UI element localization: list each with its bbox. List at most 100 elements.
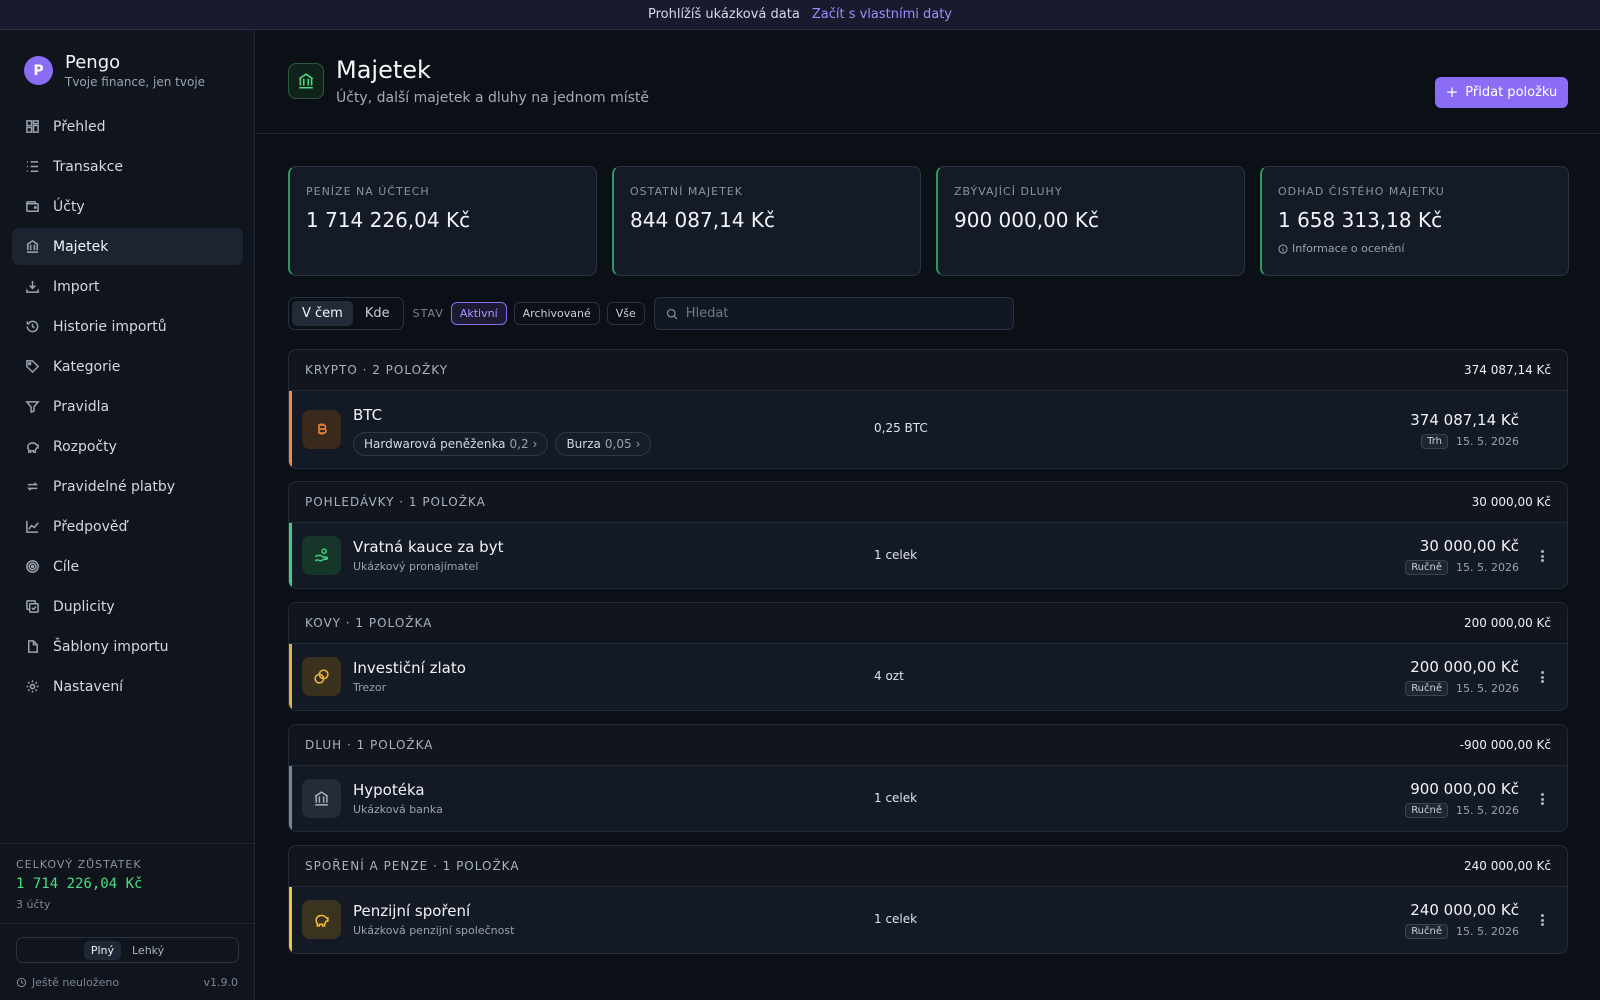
category-color-bar (289, 766, 292, 831)
asset-name: Penzijní spoření (353, 902, 471, 920)
sidebar-item-label: Transakce (53, 158, 123, 175)
view-switch: V čem Kde (288, 297, 404, 330)
sidebar-item-majetek[interactable]: Majetek (12, 228, 243, 265)
sidebar-item-kategorie[interactable]: Kategorie (12, 348, 243, 385)
sidebar-item-cile[interactable]: Cíle (12, 548, 243, 585)
valuation-info-link[interactable]: Informace o ocenění (1278, 242, 1552, 255)
page-icon (288, 63, 324, 99)
dashboard-icon (26, 120, 39, 133)
asset-quantity: 1 celek (874, 912, 918, 926)
stat-card-other-assets: OSTATNÍ MAJETEK 844 087,14 Kč (612, 166, 921, 276)
demo-banner: Prohlížíš ukázková data Začít s vlastním… (0, 0, 1600, 30)
save-status: Ještě neuloženo (16, 976, 119, 989)
valuation-source-badge: Ručně (1405, 924, 1449, 939)
status-archived-chip[interactable]: Archivované (513, 302, 600, 325)
start-own-data-link[interactable]: Začít s vlastními daty (812, 7, 952, 22)
location-pill-exchange[interactable]: Burza 0,05 › (555, 432, 652, 456)
valuation-date: 15. 5. 2026 (1456, 925, 1519, 938)
valuation-info-text: Informace o ocenění (1292, 242, 1405, 255)
mode-light-option[interactable]: Lehký (125, 941, 171, 960)
valuation-date: 15. 5. 2026 (1456, 561, 1519, 574)
download-icon (26, 280, 39, 293)
sidebar-item-pravidla[interactable]: Pravidla (12, 388, 243, 425)
add-item-label: Přidat položku (1465, 85, 1558, 100)
sidebar-item-sablony-importu[interactable]: Šablony importu (12, 628, 243, 665)
sidebar-item-duplicity[interactable]: Duplicity (12, 588, 243, 625)
asset-row-penzijni-sporeni[interactable]: Penzijní spoření Ukázková penzijní spole… (289, 887, 1567, 953)
add-item-button[interactable]: + Přidat položku (1435, 77, 1568, 108)
filter-bar: V čem Kde STAV Aktivní Archivované Vše (288, 297, 1014, 330)
stat-card-cash: PENÍZE NA ÚČTECH 1 714 226,04 Kč (288, 166, 597, 276)
status-all-chip[interactable]: Vše (606, 302, 645, 325)
group-total: 240 000,00 Kč (1464, 859, 1551, 873)
row-menu-button[interactable] (1535, 791, 1549, 807)
group-total: 374 087,14 Kč (1464, 363, 1551, 377)
save-status-text: Ještě neuloženo (32, 976, 120, 989)
sidebar-item-label: Přehled (53, 118, 106, 135)
stat-label: ZBÝVAJÍCÍ DLUHY (954, 185, 1063, 198)
category-color-bar (289, 887, 292, 953)
page-header: Majetek Účty, další majetek a dluhy na j… (256, 30, 1600, 134)
asset-meta: Ručně 15. 5. 2026 (1405, 803, 1519, 818)
sidebar-item-rozpocty[interactable]: Rozpočty (12, 428, 243, 465)
app-version: v1.9.0 (203, 976, 239, 989)
group-title: KOVY · 1 POLOŽKA (305, 616, 433, 630)
tab-v-cem[interactable]: V čem (292, 301, 353, 326)
sidebar-item-label: Nastavení (53, 678, 124, 695)
location-pill-hardware-wallet[interactable]: Hardwarová peněženka 0,2 › (353, 432, 549, 456)
brand[interactable]: P Pengo Tvoje finance, jen tvoje (24, 52, 205, 89)
group-title: SPOŘENÍ A PENZE · 1 POLOŽKA (305, 859, 520, 873)
repeat-icon (26, 482, 39, 491)
brand-logo: P (24, 56, 53, 85)
row-menu-button[interactable] (1535, 548, 1549, 564)
asset-group-dluh: DLUH · 1 POLOŽKA -900 000,00 Kč Hypotéka… (288, 724, 1568, 832)
sidebar-item-label: Předpověď (53, 518, 128, 535)
asset-amount: 30 000,00 Kč (1419, 537, 1519, 555)
sidebar-nav: Přehled Transakce Účty Majetek Import Hi… (12, 108, 243, 708)
group-title: POHLEDÁVKY · 1 POLOŽKA (305, 495, 486, 509)
row-menu-button[interactable] (1535, 912, 1549, 928)
asset-amount: 900 000,00 Kč (1410, 780, 1519, 798)
sidebar-item-transakce[interactable]: Transakce (12, 148, 243, 185)
sidebar-item-import[interactable]: Import (12, 268, 243, 305)
brand-name: Pengo (65, 52, 121, 73)
asset-group-pohledavky: POHLEDÁVKY · 1 POLOŽKA 30 000,00 Kč Vrat… (288, 481, 1568, 589)
asset-group-sporeni: SPOŘENÍ A PENZE · 1 POLOŽKA 240 000,00 K… (288, 845, 1568, 954)
row-menu-button[interactable] (1535, 669, 1549, 685)
sidebar-item-label: Kategorie (53, 358, 121, 375)
history-icon (26, 320, 39, 333)
asset-icon (302, 536, 341, 575)
asset-icon (302, 410, 341, 449)
sidebar-item-label: Účty (53, 198, 85, 215)
save-status-row: Ještě neuloženo v1.9.0 (16, 976, 238, 989)
mode-toggle: Plný Lehký (16, 937, 239, 963)
asset-row-btc[interactable]: BTC Hardwarová peněženka 0,2 › Burza 0,0… (289, 391, 1567, 468)
demo-banner-text: Prohlížíš ukázková data (647, 7, 800, 22)
sidebar-item-label: Pravidla (53, 398, 110, 415)
sidebar-item-pravidelne-platby[interactable]: Pravidelné platby (12, 468, 243, 505)
asset-locations: Hardwarová peněženka 0,2 › Burza 0,05 › (353, 432, 652, 456)
group-total: 200 000,00 Kč (1464, 616, 1551, 630)
search-input[interactable] (685, 306, 986, 321)
asset-quantity: 4 ozt (874, 669, 904, 683)
total-balance-value: 1 714 226,04 Kč (16, 876, 143, 892)
list-icon (26, 161, 39, 172)
sidebar: P Pengo Tvoje finance, jen tvoje Přehled… (0, 30, 255, 1000)
chart-icon (26, 520, 39, 533)
sidebar-item-predpoved[interactable]: Předpověď (12, 508, 243, 545)
sidebar-item-nastaveni[interactable]: Nastavení (12, 668, 243, 705)
total-balance: CELKOVÝ ZŮSTATEK 1 714 226,04 Kč 3 účty (0, 843, 254, 925)
asset-row-kauce[interactable]: Vratná kauce za byt Ukázkový pronajímate… (289, 523, 1567, 588)
sidebar-item-ucty[interactable]: Účty (12, 188, 243, 225)
asset-quantity: 1 celek (874, 791, 918, 805)
status-active-chip[interactable]: Aktivní (450, 302, 507, 325)
sidebar-item-historie-importu[interactable]: Historie importů (12, 308, 243, 345)
sidebar-item-prehled[interactable]: Přehled (12, 108, 243, 145)
sidebar-item-label: Import (53, 278, 100, 295)
asset-row-hypoteka[interactable]: Hypotéka Ukázková banka 1 celek 900 000,… (289, 766, 1567, 831)
asset-row-zlato[interactable]: Investiční zlato Trezor 4 ozt 200 000,00… (289, 644, 1567, 710)
mode-full-option[interactable]: Plný (83, 940, 121, 960)
tab-kde[interactable]: Kde (355, 301, 400, 326)
location-label: Burza (566, 437, 601, 451)
category-color-bar (289, 644, 292, 710)
